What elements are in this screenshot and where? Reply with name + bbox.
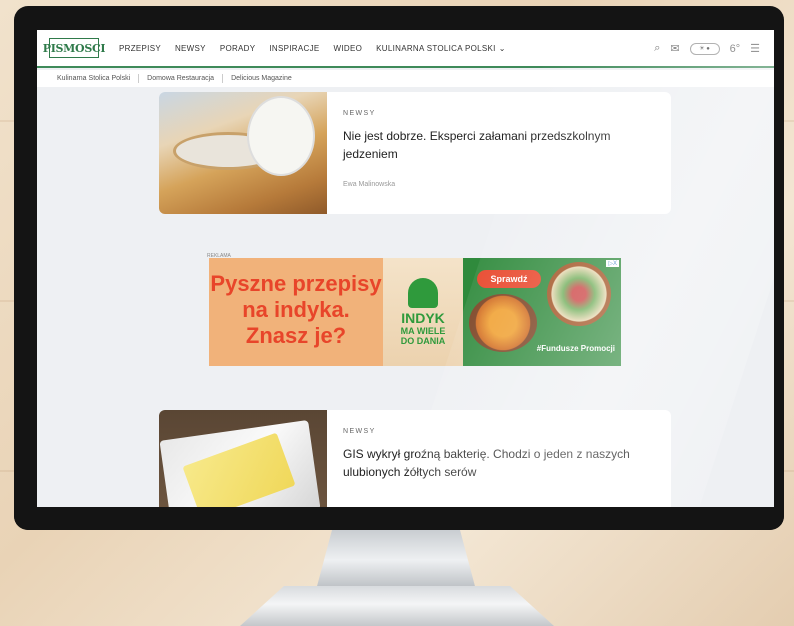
theme-toggle[interactable]: ☀ ● bbox=[689, 42, 720, 55]
divider bbox=[138, 74, 140, 83]
chevron-down-icon: ⌄ bbox=[498, 43, 506, 53]
turkey-logo-icon bbox=[408, 278, 438, 308]
article-body: NEWSY GIS wykrył groźną bakterię. Chodzi… bbox=[327, 410, 671, 507]
divider bbox=[222, 74, 224, 83]
nav-item-inspiracje[interactable]: INSPIRACJE bbox=[269, 44, 319, 53]
article-thumbnail[interactable] bbox=[159, 92, 327, 214]
advertisement-banner[interactable]: Pyszne przepisy na indyka. Znasz je? IND… bbox=[209, 258, 621, 366]
nav-item-newsy[interactable]: NEWSY bbox=[175, 44, 206, 53]
article-card[interactable]: NEWSY GIS wykrył groźną bakterię. Chodzi… bbox=[159, 410, 671, 507]
secondary-navigation: Kulinarna Stolica Polski Domowa Restaura… bbox=[37, 70, 774, 87]
ad-headline: Pyszne przepisy na indyka. Znasz je? bbox=[209, 258, 383, 366]
subnav-item-domowa[interactable]: Domowa Restauracja bbox=[147, 75, 214, 82]
ad-brand-slogan-2: DO DANIA bbox=[400, 336, 446, 346]
article-thumbnail[interactable] bbox=[159, 410, 327, 507]
ad-food-panel: Sprawdź #Fundusze Promocji ▷X bbox=[463, 258, 621, 366]
article-body: NEWSY Nie jest dobrze. Eksperci załamani… bbox=[327, 92, 671, 214]
article-title[interactable]: GIS wykrył groźną bakterię. Chodzi o jed… bbox=[343, 445, 657, 481]
mail-icon[interactable]: ✉ bbox=[670, 42, 679, 55]
site-logo[interactable]: PISMOSCI bbox=[43, 38, 106, 58]
ad-hashtag: #Fundusze Promocji bbox=[536, 344, 615, 353]
browser-viewport: PISMOSCI PRZEPISY NEWSY PORADY INSPIRACJ… bbox=[37, 30, 774, 507]
nav-item-przepisy[interactable]: PRZEPISY bbox=[119, 44, 161, 53]
weather-icon[interactable]: 6° bbox=[730, 43, 741, 55]
article-card[interactable]: NEWSY Nie jest dobrze. Eksperci załamani… bbox=[159, 92, 671, 214]
top-navigation: PISMOSCI PRZEPISY NEWSY PORADY INSPIRACJ… bbox=[37, 30, 774, 68]
menu-paper bbox=[249, 98, 313, 174]
ad-cta-button[interactable]: Sprawdź bbox=[477, 270, 541, 288]
subnav-item-kulinarna[interactable]: Kulinarna Stolica Polski bbox=[57, 75, 130, 82]
ad-line-3: Znasz je? bbox=[245, 323, 347, 348]
subnav-item-delicious[interactable]: Delicious Magazine bbox=[231, 75, 292, 82]
food-bowl-image bbox=[469, 294, 537, 352]
ad-brand: INDYK MA WIELE DO DANIA bbox=[383, 258, 463, 366]
ad-line-2: na indyka. bbox=[242, 297, 350, 322]
nav-item-porady[interactable]: PORADY bbox=[220, 44, 256, 53]
ad-choices-icon[interactable]: ▷X bbox=[606, 260, 619, 267]
nav-item-kulinarna-label: KULINARNA STOLICA POLSKI bbox=[376, 43, 496, 53]
menu-icon[interactable]: ☰ bbox=[750, 42, 760, 55]
article-title[interactable]: Nie jest dobrze. Eksperci załamani przed… bbox=[343, 127, 657, 163]
article-category[interactable]: NEWSY bbox=[343, 428, 657, 435]
nav-item-kulinarna-stolica[interactable]: KULINARNA STOLICA POLSKI ⌄ bbox=[376, 44, 506, 53]
search-icon[interactable]: ⌕ bbox=[654, 42, 660, 55]
monitor-stand-base bbox=[240, 586, 554, 626]
ad-line-1: Pyszne przepisy bbox=[210, 271, 382, 296]
monitor-chin bbox=[14, 507, 784, 530]
monitor-stand-neck bbox=[316, 530, 476, 590]
ad-brand-slogan-1: MA WIELE bbox=[400, 326, 446, 336]
nav-item-wideo[interactable]: WIDEO bbox=[334, 44, 363, 53]
main-menu: PRZEPISY NEWSY PORADY INSPIRACJE WIDEO K… bbox=[119, 44, 506, 53]
article-category[interactable]: NEWSY bbox=[343, 110, 657, 117]
salad-bowl-image bbox=[547, 262, 611, 326]
article-author: Ewa Malinowska bbox=[343, 181, 396, 188]
header-actions: ⌕ ✉ ☀ ● 6° ☰ bbox=[654, 42, 760, 55]
ad-brand-name: INDYK bbox=[401, 310, 445, 326]
